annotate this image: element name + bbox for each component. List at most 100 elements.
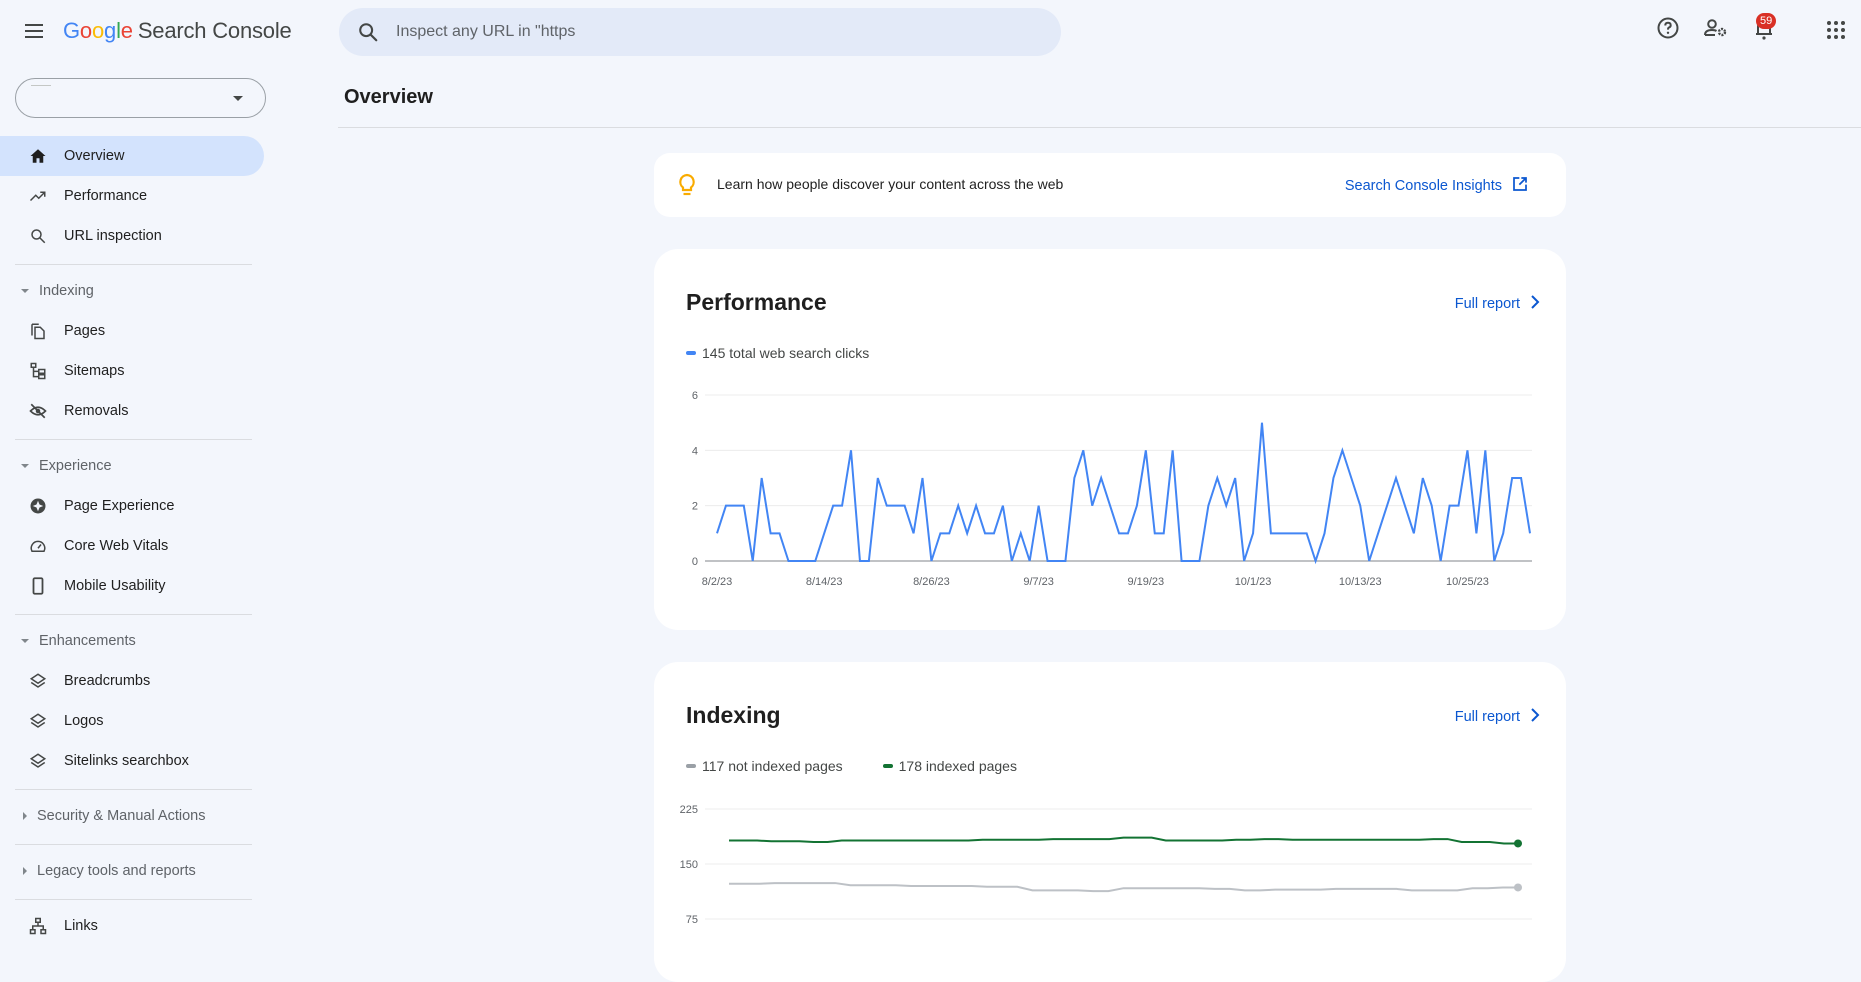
sidebar-item-mobile-usability[interactable]: Mobile Usability — [0, 566, 264, 606]
y-tick-label: 2 — [692, 501, 698, 513]
performance-chart: 0 2 4 6 8/2/23 8/14/23 8/26/23 9/7/23 9/19/23 10/… — [692, 390, 1532, 588]
search-icon — [26, 224, 50, 248]
open-in-new-icon — [1512, 176, 1528, 196]
notification-count-badge: 59 — [1756, 13, 1777, 29]
nav-divider — [15, 844, 252, 845]
y-tick-label: 75 — [686, 914, 698, 926]
insights-text: Learn how people discover your content a… — [717, 176, 1064, 192]
product-name: Search Console — [137, 18, 292, 43]
sidebar-item-label: Core Web Vitals — [64, 538, 169, 554]
speed-gauge-icon — [26, 534, 50, 558]
indexing-card: Indexing Full report 117 not indexed pag… — [654, 662, 1566, 982]
main-menu-button[interactable] — [22, 20, 46, 44]
y-tick-label: 150 — [680, 859, 698, 871]
url-inspection-input[interactable] — [396, 8, 1036, 56]
sidebar-section-indexing[interactable]: Indexing — [0, 273, 264, 309]
performance-card: Performance Full report 145 total web se… — [654, 249, 1566, 630]
indexed-last-point — [1514, 839, 1522, 848]
hamburger-line — [25, 30, 43, 32]
indexing-chart: 75 150 225 — [680, 804, 1532, 926]
sidebar-item-label: Breadcrumbs — [64, 673, 151, 689]
lightbulb-icon — [678, 173, 696, 202]
sidebar-item-page-experience[interactable]: Page Experience — [0, 486, 264, 526]
google-search-console-logo[interactable]: Google Search Console — [63, 18, 292, 44]
sidebar-section-experience[interactable]: Experience — [0, 448, 264, 484]
nav-divider — [15, 899, 252, 900]
y-tick-label: 0 — [692, 556, 698, 568]
section-label: Security & Manual Actions — [37, 808, 206, 824]
section-label: Legacy tools and reports — [37, 863, 196, 879]
sidebar-item-performance[interactable]: Performance — [0, 176, 264, 216]
sidebar-item-links[interactable]: Links — [0, 906, 264, 946]
nav-divider — [15, 264, 252, 265]
section-label: Indexing — [39, 283, 94, 299]
expand-arrow-icon — [23, 812, 27, 820]
sidebar-item-sitelinks-searchbox[interactable]: Sitelinks searchbox — [0, 741, 264, 781]
section-label: Experience — [39, 458, 112, 474]
sidebar-section-legacy-tools[interactable]: Legacy tools and reports — [0, 853, 264, 889]
layers-icon — [26, 749, 50, 773]
sidebar-item-label: Links — [64, 918, 98, 934]
sidebar-section-enhancements[interactable]: Enhancements — [0, 623, 264, 659]
sidebar-navigation: Overview Performance URL inspection Inde… — [0, 64, 280, 959]
home-icon — [26, 144, 50, 168]
y-tick-label: 4 — [692, 445, 698, 457]
sidebar-item-overview[interactable]: Overview — [0, 136, 264, 176]
nav-divider — [15, 789, 252, 790]
visibility-off-icon — [26, 399, 50, 423]
sidebar-item-label: Pages — [64, 323, 106, 339]
sidebar-item-label: Mobile Usability — [64, 578, 166, 594]
page-title: Overview — [344, 86, 433, 108]
sitemap-icon — [26, 359, 50, 383]
x-tick-label: 9/19/23 — [1127, 576, 1164, 588]
search-icon — [357, 21, 379, 48]
dropdown-caret-icon — [233, 96, 243, 101]
sidebar-item-label: Removals — [64, 403, 129, 419]
sidebar-item-sitemaps[interactable]: Sitemaps — [0, 351, 264, 391]
sidebar-item-core-web-vitals[interactable]: Core Web Vitals — [0, 526, 264, 566]
pages-icon — [26, 319, 50, 343]
smartphone-icon — [26, 574, 50, 598]
x-tick-label: 8/14/23 — [806, 576, 843, 588]
collapse-arrow-icon — [21, 289, 29, 293]
sidebar-item-logos[interactable]: Logos — [0, 701, 264, 741]
sidebar-item-removals[interactable]: Removals — [0, 391, 264, 431]
x-tick-label: 8/26/23 — [913, 576, 950, 588]
insights-banner: Learn how people discover your content a… — [654, 153, 1566, 217]
y-tick-label: 225 — [680, 804, 698, 816]
manage-users-icon[interactable] — [1703, 16, 1729, 45]
sidebar-item-pages[interactable]: Pages — [0, 311, 264, 351]
help-icon[interactable] — [1656, 16, 1680, 45]
search-console-insights-link[interactable]: Search Console Insights — [1345, 176, 1528, 196]
sidebar-item-label: Logos — [64, 713, 104, 729]
sidebar-item-label: Sitelinks searchbox — [64, 753, 189, 769]
apps-grid-icon[interactable] — [1826, 20, 1846, 45]
insights-link-label: Search Console Insights — [1344, 178, 1502, 194]
url-inspection-search[interactable] — [339, 8, 1061, 56]
sidebar-item-breadcrumbs[interactable]: Breadcrumbs — [0, 661, 264, 701]
clicks-series-line — [716, 422, 1531, 565]
y-tick-label: 6 — [692, 390, 698, 402]
indexed-series-line — [729, 836, 1518, 845]
logo-letter: o — [79, 18, 92, 43]
collapse-arrow-icon — [21, 639, 29, 643]
nav-divider — [15, 614, 252, 615]
x-tick-label: 9/7/23 — [1023, 576, 1054, 588]
x-tick-label: 8/2/23 — [702, 576, 733, 588]
page-experience-icon — [26, 494, 50, 518]
layers-icon — [26, 669, 50, 693]
collapse-arrow-icon — [21, 464, 29, 468]
sidebar-item-label: URL inspection — [64, 228, 162, 244]
x-tick-label: 10/13/23 — [1339, 576, 1382, 588]
logo-letter: g — [104, 18, 117, 43]
sidebar-item-label: Overview — [64, 148, 125, 164]
sidebar-item-label: Performance — [64, 188, 148, 204]
expand-arrow-icon — [23, 867, 27, 875]
property-selector[interactable] — [15, 78, 266, 118]
logo-letter: G — [63, 18, 80, 43]
sidebar-section-security-manual-actions[interactable]: Security & Manual Actions — [0, 798, 264, 834]
not-indexed-last-point — [1514, 883, 1522, 892]
not-indexed-series-line — [729, 882, 1518, 893]
x-tick-label: 10/25/23 — [1446, 576, 1489, 588]
sidebar-item-url-inspection[interactable]: URL inspection — [0, 216, 264, 256]
